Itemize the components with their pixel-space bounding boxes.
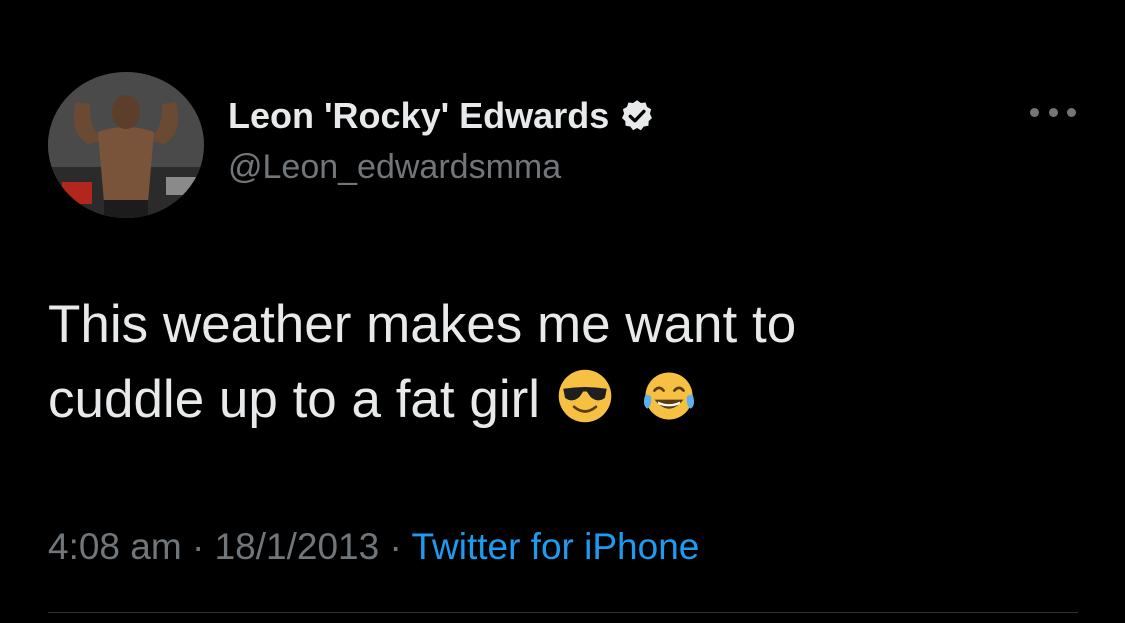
tweet-card: Leon 'Rocky' Edwards @Leon_edwardsmma Th… [0, 0, 1125, 623]
meta-separator: · [389, 526, 402, 567]
verified-badge-icon [622, 100, 653, 131]
divider [48, 612, 1078, 613]
more-dot [1048, 107, 1058, 117]
face-with-tears-of-joy-icon [644, 372, 695, 420]
meta-separator: · [191, 526, 205, 567]
tweet-text-line-1: This weather makes me want to [48, 295, 797, 354]
tweet-time[interactable]: 4:08 am [48, 526, 182, 567]
tweet-source-link[interactable]: Twitter for iPhone [411, 526, 699, 567]
tweet-meta: 4:08 am · 18/1/2013 · Twitter for iPhone [48, 526, 699, 568]
author-handle[interactable]: @Leon_edwardsmma [228, 148, 561, 187]
more-dot [1067, 107, 1076, 117]
author-display-name[interactable]: Leon 'Rocky' Edwards [228, 95, 609, 137]
avatar[interactable] [48, 72, 204, 218]
tweet-date[interactable]: 18/1/2013 [215, 526, 380, 567]
profile-photo-icon [48, 72, 204, 218]
tweet-text-line-2-text: cuddle up to a fat girl [48, 370, 541, 429]
author-name-row: Leon 'Rocky' Edwards [228, 94, 655, 138]
more-options-icon[interactable] [1030, 102, 1076, 122]
tweet-text-line-2: cuddle up to a fat girl [48, 362, 1078, 437]
more-dot [1030, 107, 1039, 117]
tweet-text: This weather makes me want to cuddle up … [48, 287, 1078, 437]
smiling-face-with-sunglasses-icon [558, 369, 612, 423]
